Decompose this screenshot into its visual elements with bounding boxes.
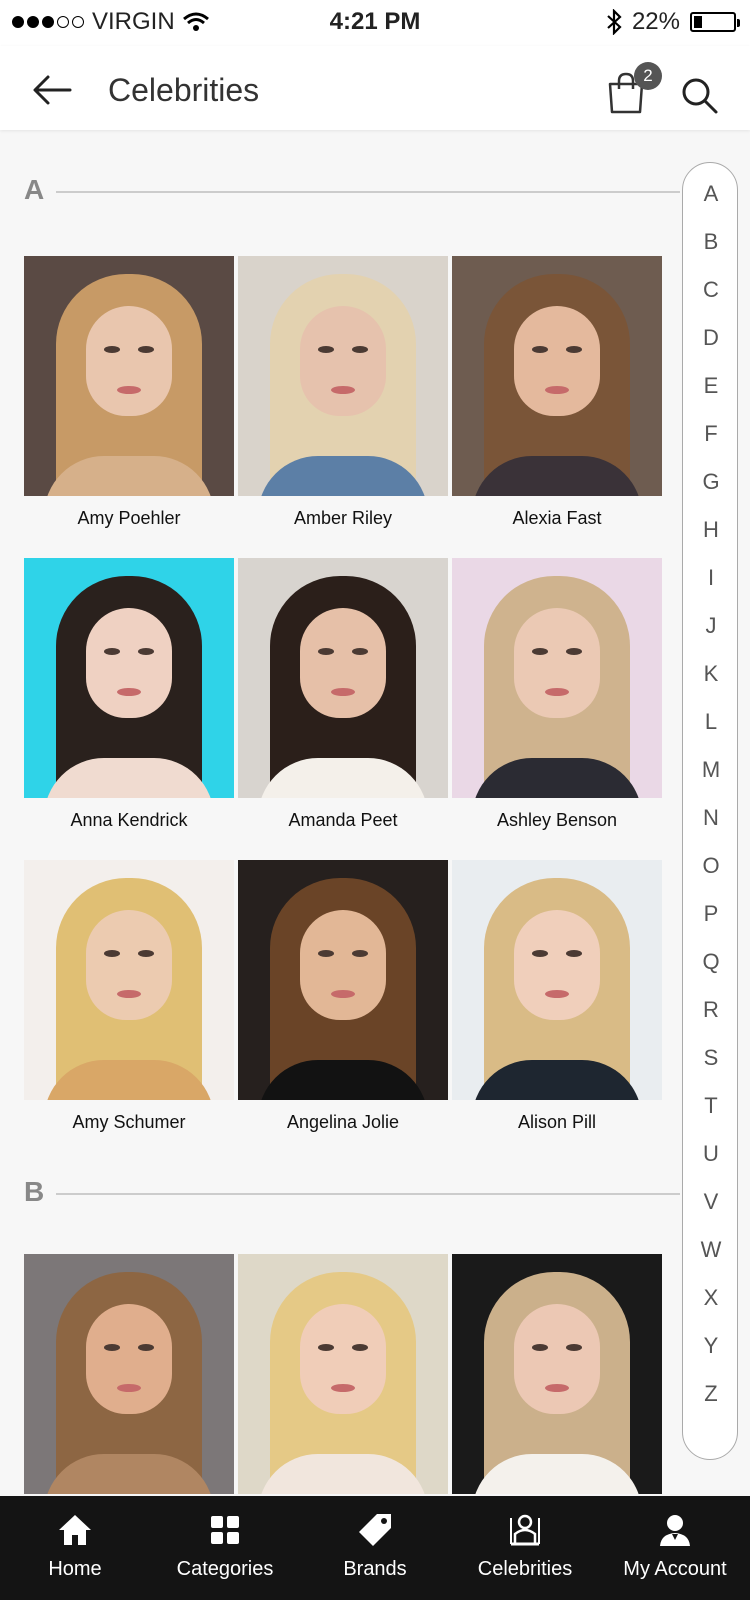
celebrity-name: Angelina Jolie [286, 1112, 400, 1132]
celebrity-name: Amber Riley [293, 508, 393, 528]
celebrity-name: Anna Kendrick [70, 810, 188, 830]
status-bar: VIRGIN 4:21 PM 22% [0, 0, 750, 46]
cart-count-badge: 2 [634, 62, 662, 90]
alphabet-letter[interactable]: H [683, 517, 739, 543]
alphabet-letter[interactable]: O [683, 853, 739, 879]
section-divider [56, 1193, 680, 1195]
alphabet-letter[interactable]: T [683, 1093, 739, 1119]
celebrity-photo [24, 1254, 234, 1494]
celebrity-name: Alexia Fast [512, 508, 602, 528]
back-arrow-icon[interactable] [30, 70, 74, 110]
celebrity-card[interactable]: Alison Pill [452, 860, 662, 1133]
alphabet-letter[interactable]: J [683, 613, 739, 639]
alphabet-letter[interactable]: G [683, 469, 739, 495]
search-icon[interactable] [680, 76, 720, 116]
section-header-b: B [24, 1176, 680, 1212]
celebrity-photo [452, 558, 662, 798]
celebrity-photo [452, 1254, 662, 1494]
nav-label: Home [48, 1558, 102, 1580]
battery-percent: 22% [631, 8, 680, 35]
celebrity-name: Ashley Benson [496, 810, 618, 830]
celebrity-card[interactable]: Amanda Peet [238, 558, 448, 831]
alphabet-letter[interactable]: M [683, 757, 739, 783]
page-title: Celebrities [108, 72, 260, 108]
bottom-nav: Home Categories Brands Celebrities My Ac… [0, 1496, 750, 1600]
section-divider [56, 191, 680, 193]
alphabet-letter[interactable]: Q [683, 949, 739, 975]
celebrity-photo [24, 860, 234, 1100]
nav-brands[interactable]: Brands [300, 1496, 450, 1600]
alphabet-letter[interactable]: K [683, 661, 739, 687]
nav-categories[interactable]: Categories [150, 1496, 300, 1600]
alphabet-letter[interactable]: P [683, 901, 739, 927]
celebrity-card[interactable]: Amy Poehler [24, 256, 234, 529]
nav-label: Brands [343, 1558, 407, 1580]
celebrity-card[interactable] [452, 1254, 662, 1506]
section-letter: A [24, 174, 45, 205]
app-header: Celebrities 2 [0, 46, 750, 130]
celebrity-photo [238, 860, 448, 1100]
alphabet-letter[interactable]: L [683, 709, 739, 735]
alphabet-letter[interactable]: V [683, 1189, 739, 1215]
nav-label: Categories [176, 1558, 274, 1580]
alphabet-letter[interactable]: I [683, 565, 739, 591]
alphabet-letter[interactable]: A [683, 181, 739, 207]
alphabet-index[interactable]: ABCDEFGHIJKLMNOPQRSTUVWXYZ [682, 162, 738, 1460]
alphabet-letter[interactable]: E [683, 373, 739, 399]
nav-label: My Account [623, 1558, 727, 1580]
celebrity-icon [510, 1514, 540, 1546]
home-icon [59, 1515, 91, 1545]
celebrity-photo [452, 860, 662, 1100]
alphabet-letter[interactable]: S [683, 1045, 739, 1071]
alphabet-letter[interactable]: U [683, 1141, 739, 1167]
alphabet-letter[interactable]: X [683, 1285, 739, 1311]
celebrity-card[interactable]: Angelina Jolie [238, 860, 448, 1133]
celebrity-card[interactable]: Alexia Fast [452, 256, 662, 529]
celebrity-card[interactable] [238, 1254, 448, 1506]
celebrity-photo [24, 256, 234, 496]
alphabet-letter[interactable]: Y [683, 1333, 739, 1359]
nav-celebrities[interactable]: Celebrities [450, 1496, 600, 1600]
alphabet-letter[interactable]: B [683, 229, 739, 255]
celebrity-card[interactable] [24, 1254, 234, 1506]
celebrity-name: Alison Pill [517, 1112, 597, 1132]
celebrity-card[interactable]: Amber Riley [238, 256, 448, 529]
nav-label: Celebrities [477, 1558, 573, 1580]
celebrity-card[interactable]: Anna Kendrick [24, 558, 234, 831]
section-letter: B [24, 1176, 45, 1207]
nav-my-account[interactable]: My Account [600, 1496, 750, 1600]
nav-home[interactable]: Home [0, 1496, 150, 1600]
celebrity-name: Amy Poehler [77, 508, 181, 528]
bluetooth-icon [607, 9, 622, 35]
status-right: 22% [606, 8, 740, 36]
alphabet-letter[interactable]: Z [683, 1381, 739, 1407]
celebrity-photo [24, 558, 234, 798]
celebrity-photo [452, 256, 662, 496]
alphabet-letter[interactable]: F [683, 421, 739, 447]
alphabet-letter[interactable]: D [683, 325, 739, 351]
section-header-a: A [24, 174, 680, 210]
celebrity-card[interactable]: Amy Schumer [24, 860, 234, 1133]
alphabet-letter[interactable]: W [683, 1237, 739, 1263]
celebrity-name: Amanda Peet [288, 810, 398, 830]
account-icon [660, 1515, 690, 1546]
grid-icon [211, 1516, 239, 1544]
tag-icon [359, 1514, 391, 1546]
celebrity-name: Amy Schumer [72, 1112, 186, 1132]
celebrity-card[interactable]: Ashley Benson [452, 558, 662, 831]
alphabet-letter[interactable]: R [683, 997, 739, 1023]
celebrity-photo [238, 558, 448, 798]
celebrity-photo [238, 1254, 448, 1494]
celebrity-photo [238, 256, 448, 496]
alphabet-letter[interactable]: N [683, 805, 739, 831]
battery-icon [690, 12, 740, 32]
alphabet-letter[interactable]: C [683, 277, 739, 303]
